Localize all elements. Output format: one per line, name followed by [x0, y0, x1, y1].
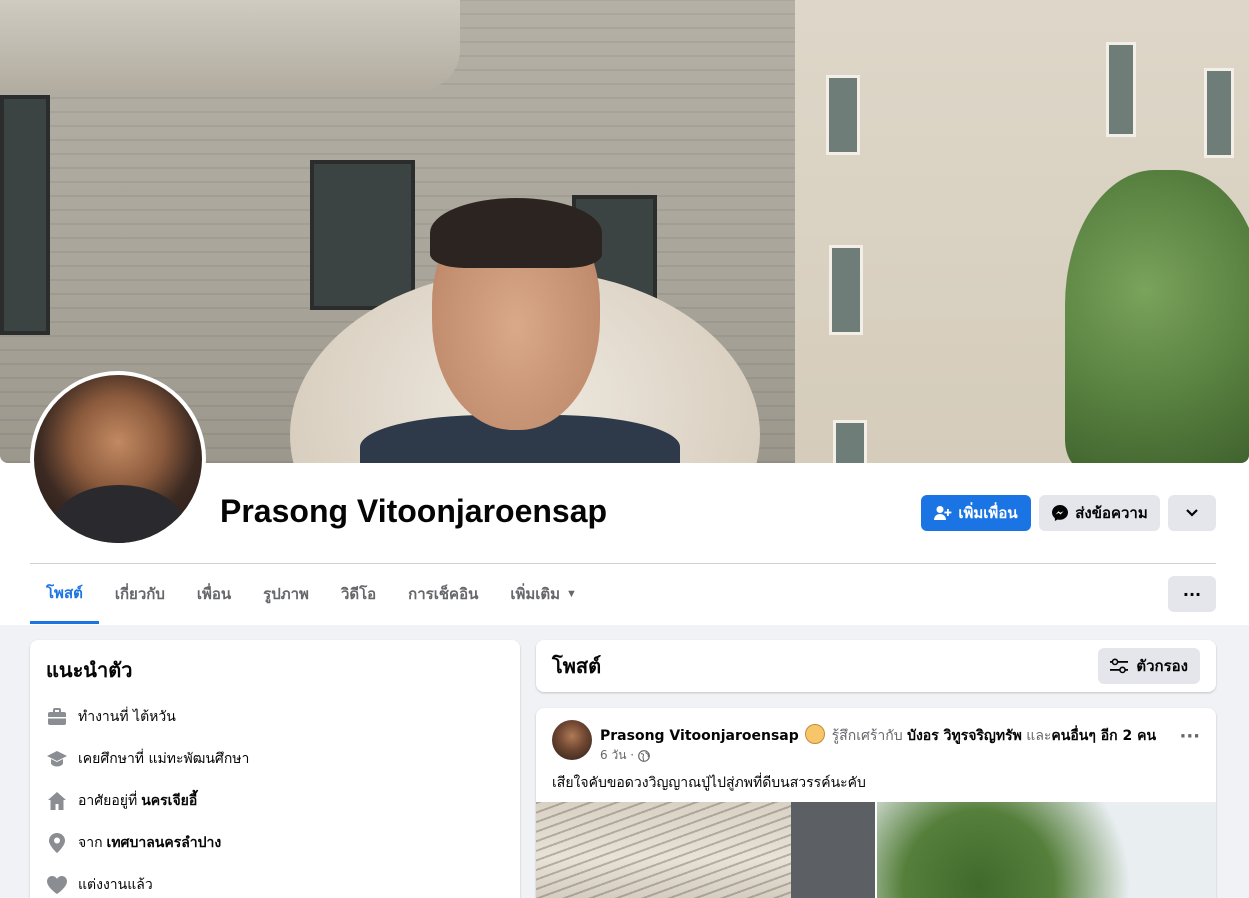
tab-photos[interactable]: รูปภาพ — [247, 564, 325, 624]
post-text: เสียใจคับขอดวงวิญญาณปู่ไปสู่ภพที่ดีบนสวร… — [552, 775, 866, 791]
tab-about[interactable]: เกี่ยวกับ — [99, 564, 181, 624]
post-photo[interactable] — [877, 802, 1216, 898]
profile-avatar[interactable] — [30, 371, 206, 547]
intro-item-work: ทำงานที่ ไต้หวัน — [46, 696, 504, 738]
tab-videos[interactable]: วิดีโอ — [325, 564, 392, 624]
cover-person-hair — [430, 198, 602, 268]
add-friend-icon — [934, 506, 952, 520]
tab-friends[interactable]: เพื่อน — [181, 564, 247, 624]
cover-tree — [1065, 170, 1249, 463]
post-options-button[interactable]: ··· — [1179, 726, 1200, 747]
add-friend-label: เพิ่มเพื่อน — [958, 505, 1018, 522]
cover-photo[interactable] — [0, 0, 1249, 463]
cover-window — [833, 420, 867, 463]
globe-icon — [638, 749, 650, 762]
heart-icon — [46, 874, 68, 896]
intro-card: แนะนำตัว ทำงานที่ ไต้หวัน เคยศึกษาที่ แม… — [30, 640, 520, 898]
messenger-icon — [1052, 505, 1069, 521]
intro-item-lives-in: อาศัยอยู่ที่ นครเจียอี้ — [46, 780, 504, 822]
post-author-avatar[interactable] — [552, 720, 592, 760]
tabs-overflow-button[interactable]: ··· — [1168, 576, 1216, 612]
post-others-link[interactable]: คนอื่นๆ อีก 2 คน — [1051, 728, 1156, 744]
home-icon — [46, 790, 68, 812]
post-photo[interactable] — [536, 802, 875, 898]
intro-item-from: จาก เทศบาลนครลำปาง — [46, 822, 504, 864]
post-header-line: Prasong Vitoonjaroensap รู้สึกเศร้ากับ บ… — [600, 724, 1156, 747]
intro-item-text: ทำงานที่ ไต้หวัน — [78, 709, 176, 725]
sad-face-icon — [805, 724, 826, 744]
tab-posts[interactable]: โพสต์ — [30, 564, 99, 624]
intro-item-text: เคยศึกษาที่ แม่ทะพัฒนศึกษา — [78, 751, 250, 767]
intro-item-relationship: แต่งงานแล้ว — [46, 864, 504, 898]
profile-header: Prasong Vitoonjaroensap เพิ่มเพื่อน ส่งข… — [0, 0, 1249, 625]
graduation-cap-icon — [46, 748, 68, 770]
cover-balcony — [0, 0, 460, 90]
tab-checkins[interactable]: การเช็คอิน — [392, 564, 494, 624]
post-tagged-person[interactable]: บังอร วิทูรจริญทรัพ — [907, 728, 1022, 744]
cover-window — [829, 245, 863, 335]
posts-header-card: โพสต์ ตัวกรอง — [536, 640, 1216, 692]
intro-item-text: อาศัยอยู่ที่ — [78, 793, 138, 809]
profile-more-dropdown[interactable] — [1168, 495, 1216, 531]
post-and: และ — [1026, 728, 1052, 744]
intro-item-education: เคยศึกษาที่ แม่ทะพัฒนศึกษา — [46, 738, 504, 780]
intro-item-text: แต่งงานแล้ว — [78, 877, 153, 893]
send-message-button[interactable]: ส่งข้อความ — [1039, 495, 1160, 531]
intro-item-link[interactable]: เทศบาลนครลำปาง — [107, 832, 222, 854]
post-time[interactable]: 6 วัน · — [600, 746, 634, 765]
more-dots-icon: ··· — [1182, 584, 1202, 604]
post-meta: 6 วัน · — [600, 746, 650, 765]
send-message-label: ส่งข้อความ — [1075, 505, 1148, 522]
tab-more[interactable]: เพิ่มเติม ▼ — [494, 564, 593, 624]
avatar-photo — [34, 375, 202, 543]
caret-down-icon: ▼ — [566, 588, 577, 600]
cover-window — [1106, 42, 1136, 137]
tab-more-label: เพิ่มเติม — [510, 586, 561, 603]
post-feeling: รู้สึกเศร้ากับ — [831, 728, 903, 744]
posts-title: โพสต์ — [552, 656, 602, 678]
profile-tabs: โพสต์ เกี่ยวกับ เพื่อน รูปภาพ วิดีโอ การ… — [30, 564, 593, 624]
cover-window — [0, 95, 50, 335]
cover-window — [826, 75, 860, 155]
briefcase-icon — [46, 706, 68, 728]
post-card: Prasong Vitoonjaroensap รู้สึกเศร้ากับ บ… — [536, 708, 1216, 898]
location-pin-icon — [46, 832, 68, 854]
filter-label: ตัวกรอง — [1136, 658, 1188, 675]
add-friend-button[interactable]: เพิ่มเพื่อน — [921, 495, 1031, 531]
cover-window — [310, 160, 415, 310]
filter-button[interactable]: ตัวกรอง — [1098, 648, 1200, 684]
chevron-down-icon — [1186, 509, 1198, 517]
cover-window — [1204, 68, 1234, 158]
profile-name: Prasong Vitoonjaroensap — [220, 493, 608, 529]
intro-title: แนะนำตัว — [46, 660, 133, 682]
intro-item-text: จาก — [78, 835, 103, 851]
post-author-name[interactable]: Prasong Vitoonjaroensap — [600, 728, 799, 744]
intro-item-link[interactable]: นครเจียอี้ — [141, 790, 197, 812]
filter-sliders-icon — [1110, 658, 1129, 674]
